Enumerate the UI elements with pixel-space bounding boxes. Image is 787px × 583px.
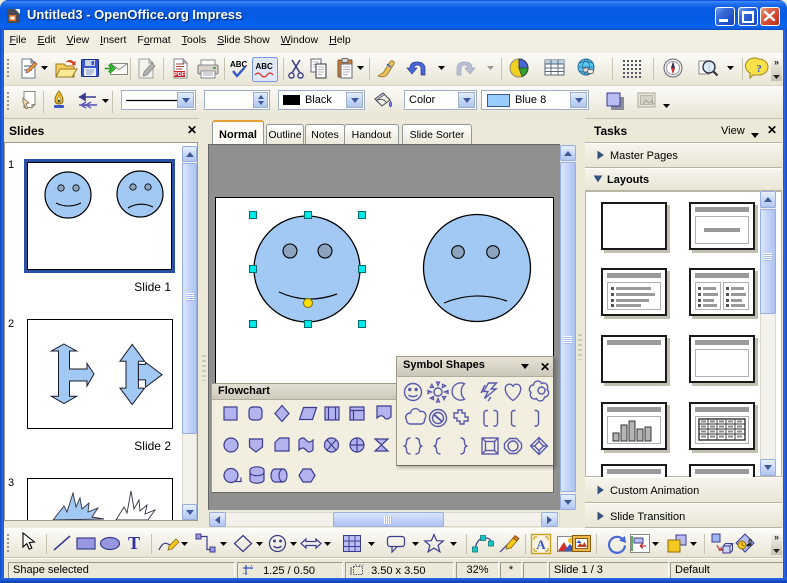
svg-text:T: T [128,533,140,553]
svg-text:ABC: ABC [256,62,274,71]
svg-text:»: » [774,57,779,67]
svg-text:A: A [536,537,546,552]
svg-text:?: ? [756,63,762,75]
svg-text:PDF: PDF [174,72,186,78]
svg-text:»: » [774,532,779,542]
